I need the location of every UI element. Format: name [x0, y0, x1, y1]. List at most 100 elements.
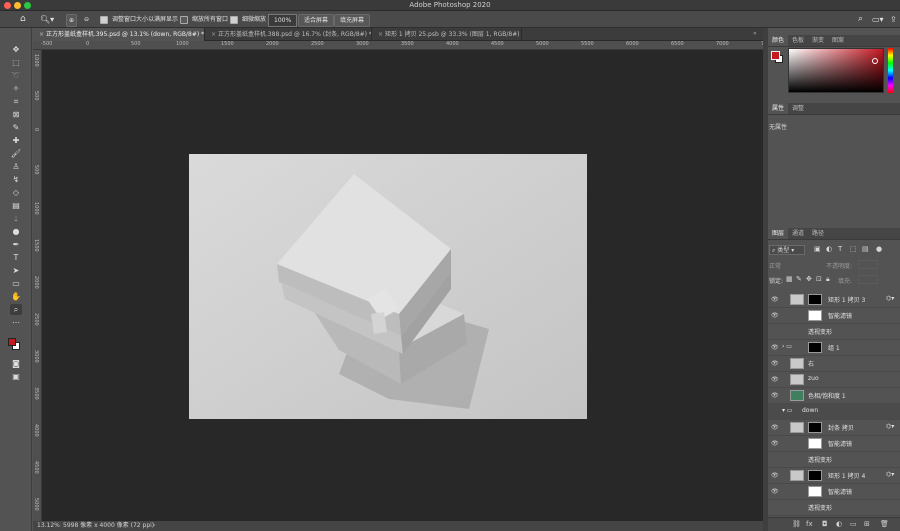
- hand-tool-icon[interactable]: ✋: [10, 291, 22, 302]
- layer-mask-thumbnail[interactable]: [808, 422, 822, 433]
- document-tab[interactable]: × 矩形 1 拷贝 25.psb @ 33.3% (图层 1, RGB/8#): [372, 28, 522, 41]
- marquee-tool-icon[interactable]: ⬚: [10, 57, 22, 68]
- status-arrow-icon[interactable]: ›: [153, 521, 155, 531]
- layer-mask-thumbnail[interactable]: [808, 294, 822, 305]
- home-icon[interactable]: ⌂: [20, 14, 26, 25]
- lasso-tool-icon[interactable]: ➰: [10, 70, 22, 81]
- layer-row[interactable]: 透视变形: [768, 500, 900, 516]
- document-tab[interactable]: × 正方形盖纸盒样机.388.psd @ 16.7% (封条, RGB/8#) …: [205, 28, 372, 41]
- tab-properties[interactable]: 属性: [768, 103, 789, 114]
- layer-thumbnail[interactable]: [790, 470, 804, 481]
- tab-layers[interactable]: 图层: [768, 228, 789, 239]
- search-icon[interactable]: ⌕: [858, 14, 863, 25]
- layer-visibility-eye-icon[interactable]: 👁︎: [771, 424, 779, 431]
- layer-row[interactable]: ▾ ▭ down: [768, 404, 900, 420]
- tab-paths[interactable]: 路径: [808, 228, 828, 239]
- lock-all-icon[interactable]: 🔒︎: [826, 275, 830, 284]
- color-foreground-swatch[interactable]: [771, 51, 780, 60]
- delete-layer-icon[interactable]: 🗑︎: [880, 520, 889, 528]
- move-tool-icon[interactable]: ✥: [10, 44, 22, 55]
- layer-row[interactable]: 👁︎ 右: [768, 356, 900, 372]
- brush-tool-icon[interactable]: 🖌︎: [10, 148, 22, 159]
- layer-row[interactable]: 👁︎ 智能滤镜: [768, 308, 900, 324]
- layer-row[interactable]: 👁︎ zuo: [768, 372, 900, 388]
- blend-mode-select[interactable]: 正常: [769, 261, 809, 270]
- frame-tool-icon[interactable]: ⊠: [10, 109, 22, 120]
- fill-field[interactable]: [858, 275, 878, 284]
- layer-row[interactable]: 👁︎ 矩形 1 拷贝 4 ⌬▾: [768, 468, 900, 484]
- new-layer-icon[interactable]: ⊞: [864, 520, 870, 528]
- filter-toggle-icon[interactable]: ●: [876, 245, 882, 253]
- layer-visibility-eye-icon[interactable]: 👁︎: [771, 376, 779, 383]
- layer-thumbnail[interactable]: [790, 422, 804, 433]
- pen-tool-icon[interactable]: ✒: [10, 239, 22, 250]
- layer-visibility-eye-icon[interactable]: 👁︎: [771, 488, 779, 495]
- workspace-icon[interactable]: ▭▾: [872, 14, 884, 25]
- share-icon[interactable]: ⇪: [890, 14, 897, 25]
- group-folder-icon[interactable]: ▾ ▭: [782, 407, 793, 414]
- tab-swatches[interactable]: 色板: [788, 35, 808, 46]
- opacity-field[interactable]: [858, 260, 878, 269]
- layer-row[interactable]: 👁︎ › ▭ 组 1: [768, 340, 900, 356]
- quick-mask-icon[interactable]: ◙: [10, 358, 22, 369]
- layer-visibility-eye-icon[interactable]: 👁︎: [771, 392, 779, 399]
- layer-style-icon[interactable]: fx: [806, 520, 813, 528]
- screen-mode-icon[interactable]: ▣: [10, 371, 22, 382]
- stamp-tool-icon[interactable]: ♙: [10, 161, 22, 172]
- document-tab[interactable]: × 正方形盖纸盒样机.395.psd @ 13.1% (down, RGB/8#…: [33, 28, 205, 41]
- group-folder-icon[interactable]: › ▭: [782, 343, 792, 350]
- smart-filter-mask-thumbnail[interactable]: [808, 486, 822, 497]
- new-group-icon[interactable]: ▭: [850, 520, 857, 528]
- layer-thumbnail[interactable]: [790, 294, 804, 305]
- document-image[interactable]: [189, 154, 587, 419]
- layer-thumbnail[interactable]: [790, 374, 804, 385]
- adjustment-layer-icon[interactable]: ◐: [836, 520, 842, 528]
- layer-visibility-eye-icon[interactable]: 👁︎: [771, 296, 779, 303]
- lock-pixels-icon[interactable]: ✎: [796, 275, 802, 283]
- filter-type-icon[interactable]: T: [838, 245, 842, 253]
- zoom-tool-icon[interactable]: 🔍︎▾: [40, 14, 54, 25]
- link-layers-icon[interactable]: ⛓: [792, 520, 801, 528]
- smart-filter-toggle-icon[interactable]: ⌬▾: [886, 471, 894, 478]
- filter-adjust-icon[interactable]: ◐: [826, 245, 832, 253]
- eyedropper-tool-icon[interactable]: ✎: [10, 122, 22, 133]
- dodge-tool-icon[interactable]: ●: [10, 226, 22, 237]
- tab-color[interactable]: 颜色: [768, 35, 789, 46]
- fill-screen-button[interactable]: 填充屏幕: [334, 14, 371, 27]
- layer-row[interactable]: 透视变形: [768, 324, 900, 340]
- color-picker-cursor[interactable]: [872, 58, 878, 64]
- status-zoom[interactable]: 13.12%: [37, 521, 60, 531]
- layer-mask-thumbnail[interactable]: [808, 342, 822, 353]
- zoom-out-icon[interactable]: ⊖: [84, 14, 89, 25]
- layer-filter-select[interactable]: ⌕ 类型 ▾: [769, 245, 805, 255]
- zoom-tool-icon[interactable]: ⌕: [10, 304, 22, 315]
- layer-row[interactable]: 👁︎ 智能滤镜: [768, 436, 900, 452]
- healing-tool-icon[interactable]: ✚: [10, 135, 22, 146]
- more-tools-icon[interactable]: ⋯: [10, 317, 22, 328]
- layer-row[interactable]: 👁︎ 色相/饱和度 1: [768, 388, 900, 404]
- crop-tool-icon[interactable]: ⌗: [10, 96, 22, 107]
- shape-tool-icon[interactable]: ▭: [10, 278, 22, 289]
- magic-wand-tool-icon[interactable]: ✧: [10, 83, 22, 94]
- layer-thumbnail[interactable]: [790, 358, 804, 369]
- smart-filter-toggle-icon[interactable]: ⌬▾: [886, 423, 894, 430]
- tab-gradients[interactable]: 渐变: [808, 35, 828, 46]
- layer-visibility-eye-icon[interactable]: 👁︎: [771, 440, 779, 447]
- lock-position-icon[interactable]: ✥: [806, 275, 812, 283]
- layer-visibility-eye-icon[interactable]: 👁︎: [771, 344, 779, 351]
- add-mask-icon[interactable]: ◘: [822, 520, 828, 528]
- layer-visibility-eye-icon[interactable]: 👁︎: [771, 312, 779, 319]
- tab-adjustments[interactable]: 调整: [788, 103, 808, 114]
- collapse-panels-icon[interactable]: «: [753, 30, 757, 37]
- layer-mask-thumbnail[interactable]: [808, 470, 822, 481]
- gradient-tool-icon[interactable]: ▤: [10, 200, 22, 211]
- color-picker-field[interactable]: [788, 48, 884, 93]
- filter-pixel-icon[interactable]: ▣: [814, 245, 821, 253]
- smart-filter-toggle-icon[interactable]: ⌬▾: [886, 295, 894, 302]
- foreground-color-swatch[interactable]: [8, 338, 16, 346]
- filter-smart-icon[interactable]: ▤: [862, 245, 869, 253]
- lock-artboard-icon[interactable]: ⊡: [816, 275, 822, 283]
- lock-transparent-icon[interactable]: ▦: [786, 275, 793, 283]
- path-select-tool-icon[interactable]: ➤: [10, 265, 22, 276]
- zoom-value-field[interactable]: 100%: [268, 14, 298, 27]
